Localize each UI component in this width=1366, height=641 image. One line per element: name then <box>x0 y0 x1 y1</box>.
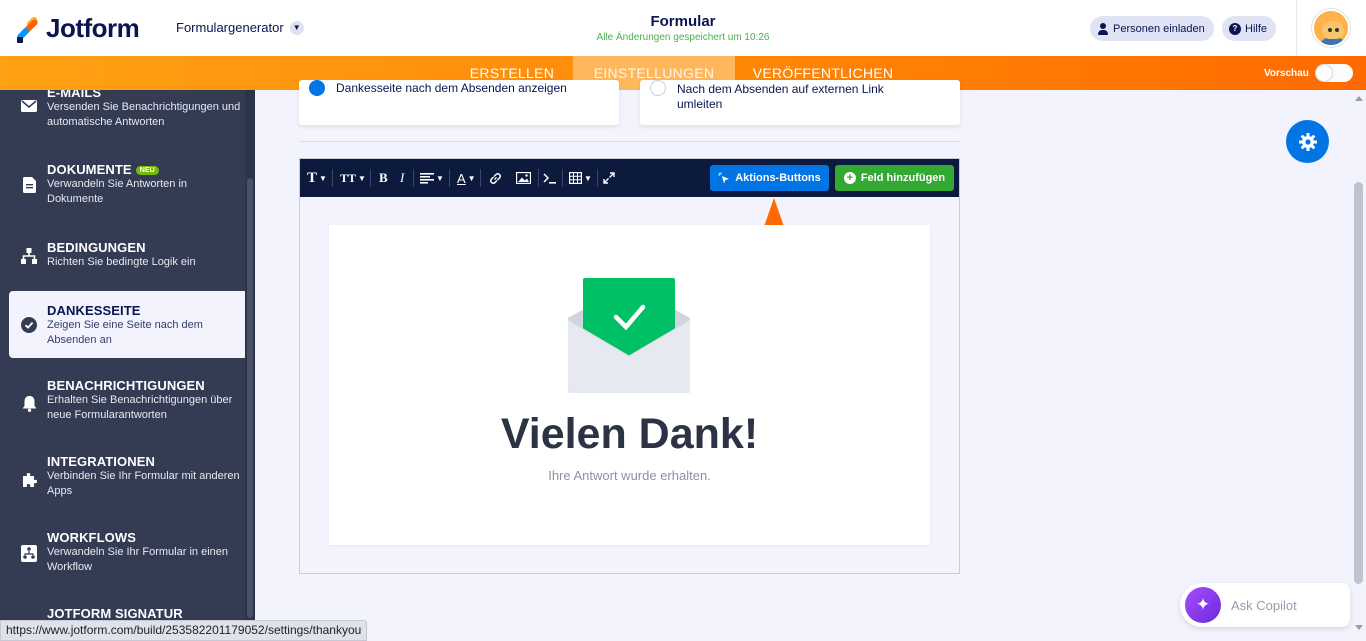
add-field-button[interactable]: + Feld hinzufügen <box>835 165 954 191</box>
toolbar-divider <box>370 169 371 187</box>
sidebar-item-emails[interactable]: E-MAILS Versenden Sie Benachrichtigungen… <box>9 90 245 134</box>
font-size-button[interactable]: TT ▼ <box>340 169 366 187</box>
question-icon: ? <box>1229 22 1241 35</box>
sidebar-item-desc: Verwandeln Sie Ihr Formular in einen Wor… <box>47 546 228 573</box>
sidebar-item-documents[interactable]: DOKUMENTE NEU Verwandeln Sie Antworten in… <box>9 158 245 208</box>
cursor-click-icon <box>718 172 730 184</box>
thankyou-subtitle[interactable]: Ihre Antwort wurde erhalten. <box>329 468 930 483</box>
align-button[interactable]: ▼ <box>420 169 444 187</box>
radio-unselected[interactable] <box>650 80 666 96</box>
sidebar-item-title: BENACHRICHTIGUNGEN <box>47 378 205 393</box>
action-buttons-label: Aktions-Buttons <box>735 172 821 184</box>
sidebar-scrollbar-thumb[interactable] <box>247 178 253 618</box>
document-icon <box>20 176 38 194</box>
envelope-icon <box>20 97 38 115</box>
sidebar-item-title: WORKFLOWS <box>47 530 136 545</box>
user-avatar[interactable] <box>1312 9 1350 47</box>
option-redirect-label: Nach dem Absenden auf externen Link umlei… <box>677 82 884 111</box>
jotform-logo-mark-icon <box>15 15 40 43</box>
header-divider <box>1296 0 1297 56</box>
brand-name: Jotform <box>46 13 140 43</box>
invite-people-button[interactable]: Personen einladen <box>1090 16 1214 41</box>
settings-sidebar: E-MAILS Versenden Sie Benachrichtigungen… <box>0 90 255 641</box>
sidebar-item-desc: Verwandeln Sie Antworten in Dokumente <box>47 178 188 205</box>
conditions-icon <box>20 247 38 265</box>
sidebar-item-desc: Zeigen Sie eine Seite nach dem Absenden … <box>47 319 203 346</box>
check-circle-icon <box>20 316 38 334</box>
puzzle-icon <box>20 470 38 488</box>
top-header: Jotform Formulargenerator ▼ Formular All… <box>0 0 1366 56</box>
help-button[interactable]: ? Hilfe <box>1222 16 1277 41</box>
sidebar-item-workflows[interactable]: WORKFLOWS Verwandeln Sie Ihr Formular in… <box>9 530 245 580</box>
main-scrollbar-thumb[interactable] <box>1354 182 1363 584</box>
preview-label: Vorschau <box>1264 68 1309 79</box>
invite-label: Personen einladen <box>1113 22 1205 35</box>
table-button[interactable]: ▼ <box>569 169 592 187</box>
table-icon <box>569 172 582 184</box>
chevron-down-icon: ▼ <box>289 20 304 35</box>
option-show-page-label: Dankesseite nach dem Absenden anzeigen <box>336 81 567 95</box>
option-card-redirect[interactable]: Nach dem Absenden auf externen Link umlei… <box>640 80 960 125</box>
scroll-up-arrow-icon[interactable] <box>1355 96 1363 101</box>
sidebar-item-title: INTEGRATIONEN <box>47 454 155 469</box>
sidebar-item-desc: Richten Sie bedingte Logik ein <box>47 256 196 268</box>
toggle-knob <box>1316 65 1332 81</box>
plus-icon: + <box>843 172 856 184</box>
toolbar-divider <box>538 169 539 187</box>
sidebar-item-title: JOTFORM SIGNATUR <box>47 606 183 621</box>
toolbar-divider <box>480 169 481 187</box>
sidebar-item-title: BEDINGUNGEN <box>47 240 146 255</box>
toolbar-divider <box>562 169 563 187</box>
sparkle-icon: ✦ <box>1185 587 1221 623</box>
toolbar-divider <box>597 169 598 187</box>
sidebar-item-desc: Erhalten Sie Benachrichtigungen über neu… <box>47 394 233 421</box>
toolbar-divider <box>449 169 450 187</box>
thankyou-title[interactable]: Vielen Dank! <box>329 410 930 459</box>
toolbar-divider <box>332 169 333 187</box>
link-icon[interactable] <box>489 169 502 187</box>
sidebar-item-title: DANKESSEITE <box>47 303 141 318</box>
sidebar-item-desc: Verbinden Sie Ihr Formular mit anderen A… <box>47 470 240 497</box>
generator-label: Formulargenerator <box>176 20 284 35</box>
sidebar-item-title: DOKUMENTE NEU <box>47 162 159 177</box>
code-icon[interactable] <box>543 169 557 187</box>
help-label: Hilfe <box>1245 22 1268 35</box>
settings-gear-button[interactable] <box>1286 120 1329 163</box>
gear-icon <box>1298 132 1317 151</box>
envelope-check-icon <box>567 278 691 393</box>
sidebar-item-conditions[interactable]: BEDINGUNGEN Richten Sie bedingte Logik e… <box>9 234 245 274</box>
sidebar-item-notifications[interactable]: BENACHRICHTIGUNGEN Erhalten Sie Benachri… <box>9 378 245 428</box>
toolbar-divider <box>413 169 414 187</box>
italic-button[interactable]: I <box>400 169 404 187</box>
bell-icon <box>20 394 38 412</box>
jotform-logo[interactable]: Jotform <box>15 13 140 44</box>
bold-button[interactable]: B <box>379 169 388 187</box>
add-field-label: Feld hinzufügen <box>860 172 946 184</box>
form-generator-dropdown[interactable]: Formulargenerator ▼ <box>176 20 304 35</box>
workflow-icon <box>20 544 38 562</box>
section-divider <box>299 141 960 142</box>
sidebar-item-thankyou[interactable]: DANKESSEITE Zeigen Sie eine Seite nach d… <box>9 291 245 358</box>
browser-status-url: https://www.jotform.com/build/2535822011… <box>0 620 368 641</box>
fullscreen-icon[interactable] <box>603 169 615 187</box>
sidebar-item-integrations[interactable]: INTEGRATIONEN Verbinden Sie Ihr Formular… <box>9 454 245 504</box>
sidebar-item-title: E-MAILS <box>47 90 102 100</box>
image-icon[interactable] <box>516 169 531 187</box>
ask-copilot-button[interactable]: ✦ Ask Copilot <box>1180 583 1350 627</box>
scroll-down-arrow-icon[interactable] <box>1355 625 1363 630</box>
new-badge: NEU <box>135 166 159 175</box>
radio-selected[interactable] <box>309 80 325 96</box>
preview-toggle[interactable] <box>1315 64 1353 82</box>
align-left-icon <box>420 172 434 184</box>
text-color-button[interactable]: A ▼ <box>457 169 476 187</box>
option-card-show-page[interactable]: Dankesseite nach dem Absenden anzeigen <box>299 80 619 125</box>
person-icon <box>1097 22 1109 35</box>
copilot-label: Ask Copilot <box>1231 598 1297 613</box>
action-buttons-button[interactable]: Aktions-Buttons <box>710 165 829 191</box>
text-format-button[interactable]: T ▼ <box>307 169 327 187</box>
sidebar-item-desc: Versenden Sie Benachrichtigungen und aut… <box>47 101 241 128</box>
